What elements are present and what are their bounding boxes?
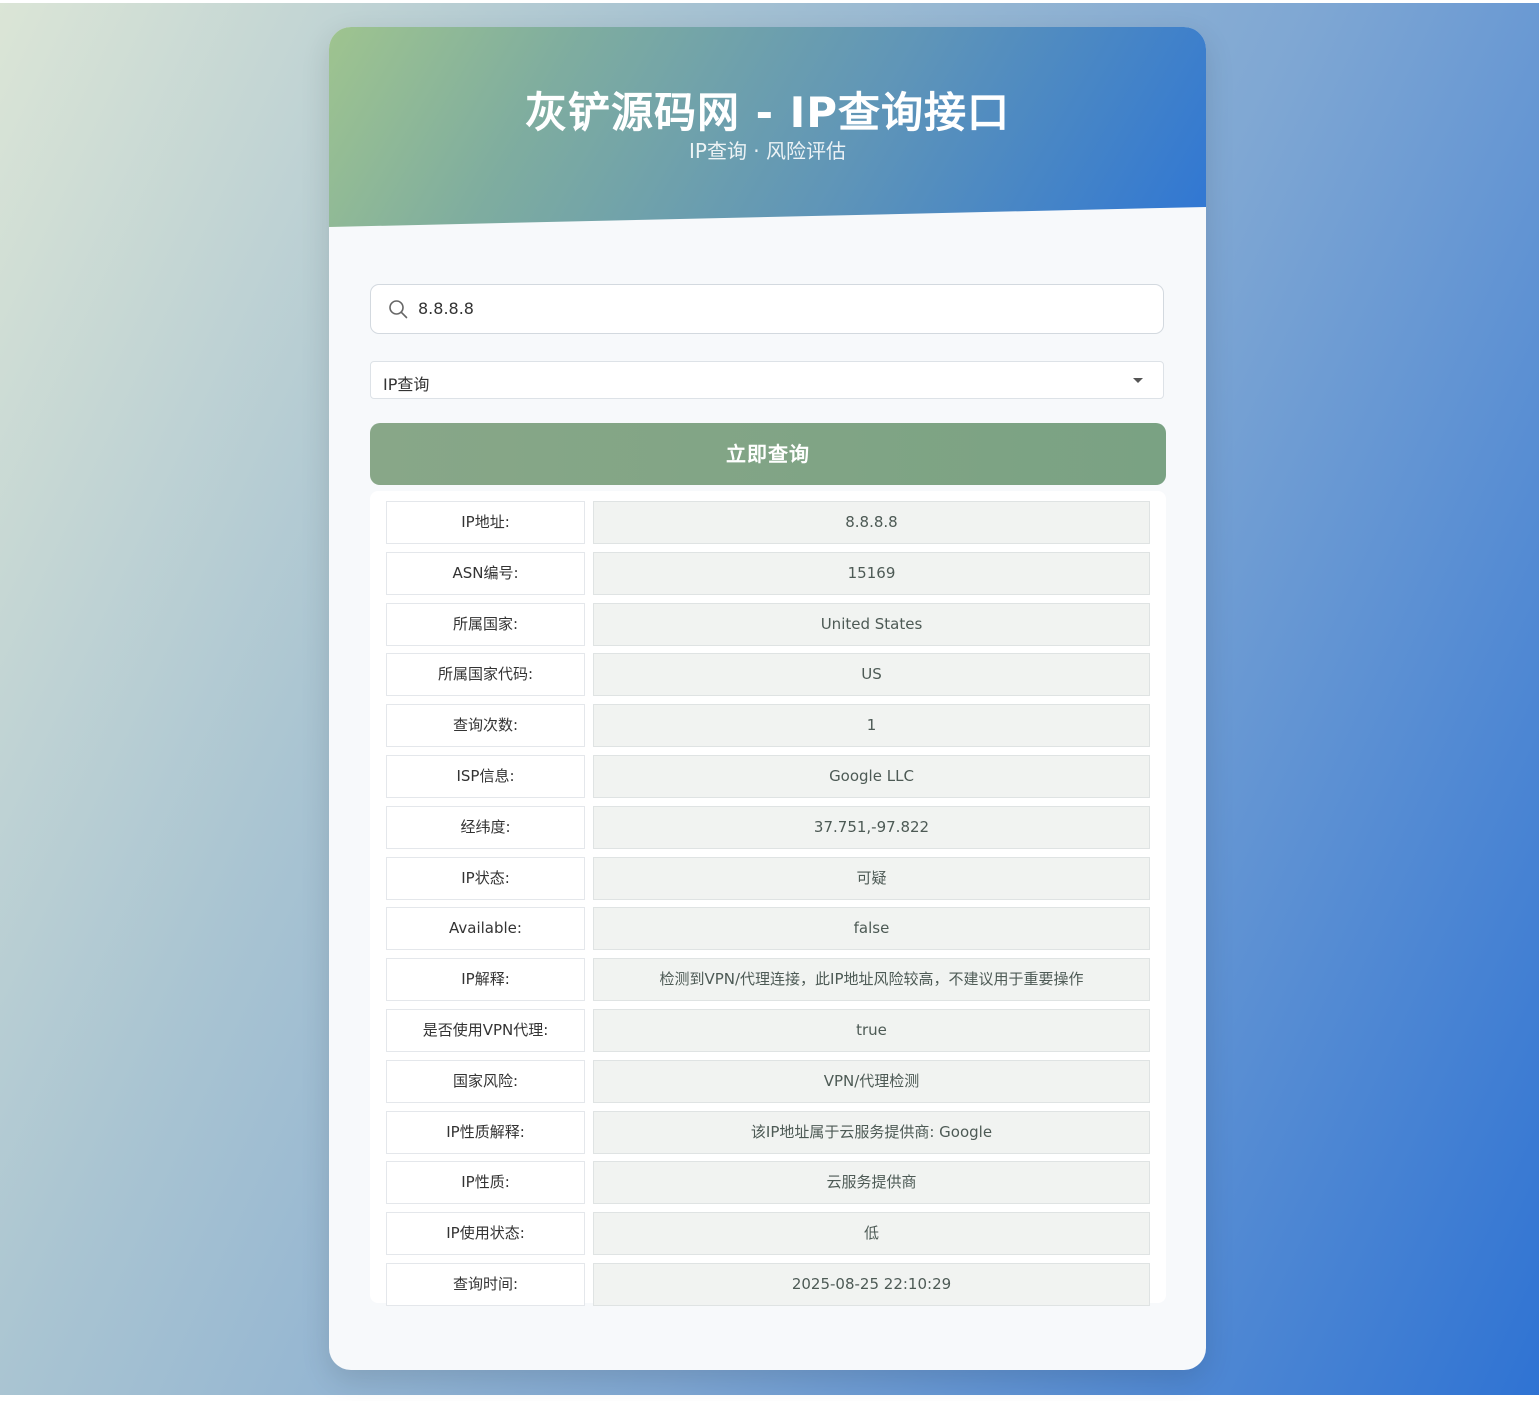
result-value: 37.751,-97.822 [593, 805, 1150, 849]
result-label: IP使用状态: [386, 1212, 585, 1256]
table-row: 所属国家: United States [386, 602, 1150, 646]
result-value: false [593, 907, 1150, 951]
ip-search-input[interactable] [418, 285, 1118, 332]
result-value: Google LLC [593, 755, 1150, 798]
result-label: ISP信息: [386, 755, 585, 798]
table-row: 查询时间: 2025-08-25 22:10:29 [386, 1263, 1150, 1306]
result-value: 1 [593, 704, 1150, 748]
page-title: 灰铲源码网 - IP查询接口 [524, 88, 1011, 137]
query-card: 灰铲源码网 - IP查询接口 IP查询 · 风险评估 IP查询 立即查询 IP地… [329, 27, 1206, 1370]
table-row: ISP信息: Google LLC [386, 755, 1150, 798]
query-type-select[interactable]: IP查询 [370, 361, 1164, 399]
result-label: 查询时间: [386, 1263, 585, 1306]
result-label: IP性质: [386, 1161, 585, 1205]
result-label: 所属国家代码: [386, 653, 585, 697]
query-type-selected: IP查询 [383, 375, 430, 394]
results-table: IP地址: 8.8.8.8 ASN编号: 15169 所属国家: United State… [370, 491, 1166, 1306]
result-label: 所属国家: [386, 602, 585, 646]
search-icon [389, 300, 408, 319]
table-row: 是否使用VPN代理: true [386, 1009, 1150, 1052]
result-value: 低 [593, 1212, 1150, 1256]
table-row: IP地址: 8.8.8.8 [386, 501, 1150, 544]
result-label: 是否使用VPN代理: [386, 1009, 585, 1052]
result-value: 该IP地址属于云服务提供商: Google [593, 1110, 1150, 1154]
result-value: US [593, 653, 1150, 697]
result-label: 经纬度: [386, 805, 585, 849]
table-row: IP使用状态: 低 [386, 1212, 1150, 1256]
table-row: ASN编号: 15169 [386, 551, 1150, 595]
result-value: 15169 [593, 551, 1150, 595]
result-label: 国家风险: [386, 1059, 585, 1103]
result-value: 2025-08-25 22:10:29 [593, 1263, 1150, 1306]
result-label: Available: [386, 907, 585, 951]
submit-query-button[interactable]: 立即查询 [370, 423, 1166, 485]
chevron-down-icon [1133, 378, 1143, 383]
search-box[interactable] [370, 284, 1164, 334]
result-value: VPN/代理检测 [593, 1059, 1150, 1103]
table-row: IP性质解释: 该IP地址属于云服务提供商: Google [386, 1110, 1150, 1154]
result-label: IP地址: [386, 501, 585, 544]
result-label: ASN编号: [386, 551, 585, 595]
table-row: 查询次数: 1 [386, 704, 1150, 748]
page-subtitle: IP查询 · 风险评估 [688, 139, 847, 163]
table-row: Available: false [386, 907, 1150, 951]
result-value: 8.8.8.8 [593, 501, 1150, 544]
result-value: 检测到VPN/代理连接，此IP地址风险较高，不建议用于重要操作 [593, 958, 1150, 1002]
result-label: 查询次数: [386, 704, 585, 748]
table-row: IP解释: 检测到VPN/代理连接，此IP地址风险较高，不建议用于重要操作 [386, 958, 1150, 1002]
table-row: 所属国家代码: US [386, 653, 1150, 697]
result-value: true [593, 1009, 1150, 1052]
result-label: IP性质解释: [386, 1110, 585, 1154]
result-label: IP解释: [386, 958, 585, 1002]
result-value: 可疑 [593, 856, 1150, 900]
table-row: 国家风险: VPN/代理检测 [386, 1059, 1150, 1103]
result-label: IP状态: [386, 856, 585, 900]
result-value: 云服务提供商 [593, 1161, 1150, 1205]
table-row: IP性质: 云服务提供商 [386, 1161, 1150, 1205]
result-value: United States [593, 602, 1150, 646]
table-row: IP状态: 可疑 [386, 856, 1150, 900]
table-row: 经纬度: 37.751,-97.822 [386, 805, 1150, 849]
